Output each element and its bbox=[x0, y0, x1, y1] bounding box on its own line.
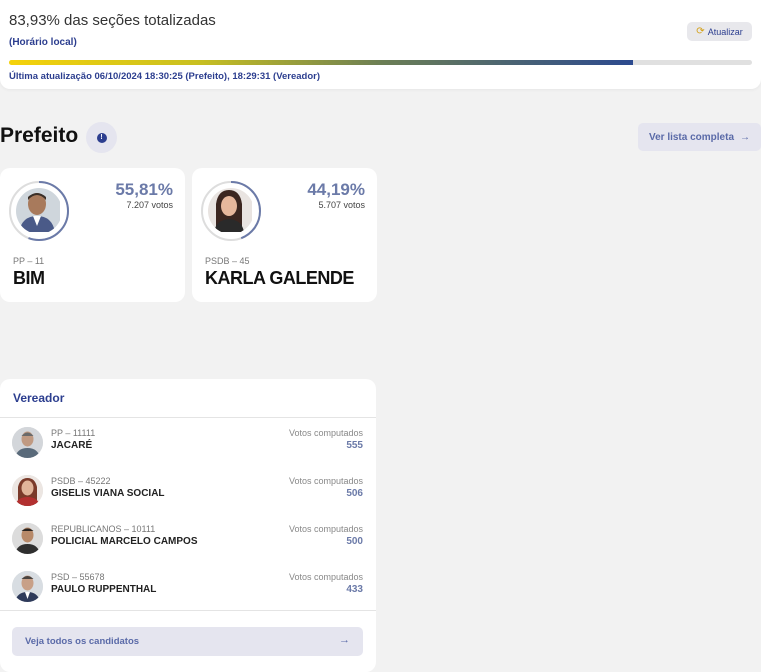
candidate-name: KARLA GALENDE bbox=[205, 268, 354, 288]
all-candidates-label: Veja todos os candidatos bbox=[25, 636, 140, 647]
divider bbox=[0, 417, 376, 418]
votes-count: 500 bbox=[346, 536, 363, 547]
divider bbox=[0, 610, 376, 611]
votes-label: Votos computados bbox=[288, 476, 363, 486]
refresh-label: Atualizar bbox=[707, 26, 743, 37]
refresh-icon: ⟳ bbox=[696, 26, 705, 37]
candidate-party: PSD – 55678 bbox=[51, 572, 105, 582]
arrow-right-icon: → bbox=[740, 131, 751, 143]
local-time-note: (Horário local) bbox=[9, 37, 77, 48]
candidate-photo bbox=[12, 523, 43, 554]
candidate-name: GISELIS VIANA SOCIAL bbox=[51, 488, 165, 499]
all-candidates-button[interactable]: Veja todos os candidatos → bbox=[12, 627, 363, 656]
prefeito-title: Prefeito bbox=[0, 124, 79, 147]
candidate-photo bbox=[208, 188, 254, 234]
candidate-party: REPUBLICANOS – 10111 bbox=[51, 524, 156, 534]
candidate-photo bbox=[16, 188, 62, 234]
list-item[interactable]: PSD – 55678 PAULO RUPPENTHAL Votos compu… bbox=[0, 567, 376, 615]
candidate-percentage: 44,19% bbox=[307, 180, 365, 199]
last-update-text: Última atualização 06/10/2024 18:30:25 (… bbox=[9, 71, 321, 82]
list-item[interactable]: PSDB – 45222 GISELIS VIANA SOCIAL Votos … bbox=[0, 471, 376, 519]
candidate-name: PAULO RUPPENTHAL bbox=[51, 584, 157, 595]
arrow-right-icon: → bbox=[339, 634, 350, 646]
candidate-card[interactable]: 44,19% 5.707 votos PSDB – 45 KARLA GALEN… bbox=[192, 168, 377, 302]
progress-fill bbox=[9, 60, 633, 65]
candidate-name: BIM bbox=[13, 268, 45, 288]
candidate-photo bbox=[12, 427, 43, 458]
candidate-votes: 5.707 votos bbox=[318, 200, 365, 210]
candidate-card[interactable]: 55,81% 7.207 votos PP – 11 BIM bbox=[0, 168, 185, 302]
candidate-name: JACARÉ bbox=[51, 440, 93, 451]
list-item[interactable]: REPUBLICANOS – 10111 POLICIAL MARCELO CA… bbox=[0, 519, 376, 567]
full-list-label: Ver lista completa bbox=[648, 131, 735, 143]
candidate-party: PP – 11111 bbox=[51, 428, 96, 438]
info-icon: ! bbox=[96, 132, 107, 143]
list-item[interactable]: PP – 11111 JACARÉ Votos computados 555 bbox=[0, 423, 376, 471]
candidate-name: POLICIAL MARCELO CAMPOS bbox=[51, 536, 198, 547]
candidate-photo bbox=[12, 571, 43, 602]
totalization-progress-bar bbox=[9, 60, 752, 65]
candidate-party: PSDB – 45222 bbox=[51, 476, 111, 486]
totalization-panel: 83,93% das seções totalizadas (Horário l… bbox=[0, 0, 761, 89]
candidate-party: PSDB – 45 bbox=[205, 256, 250, 266]
full-list-button[interactable]: Ver lista completa → bbox=[638, 123, 761, 151]
vereador-panel: Vereador PP – 11111 JACARÉ Votos computa… bbox=[0, 379, 376, 672]
candidate-percentage: 55,81% bbox=[115, 180, 173, 199]
votes-count: 506 bbox=[346, 488, 363, 499]
sections-totalized-title: 83,93% das seções totalizadas bbox=[9, 12, 216, 29]
votes-label: Votos computados bbox=[288, 524, 363, 534]
vote-share-ring bbox=[9, 181, 69, 241]
votes-label: Votos computados bbox=[288, 428, 363, 438]
vereador-title: Vereador bbox=[13, 391, 65, 405]
candidate-photo bbox=[12, 475, 43, 506]
candidate-votes: 7.207 votos bbox=[126, 200, 173, 210]
votes-count: 433 bbox=[346, 584, 363, 595]
info-button[interactable]: ! bbox=[86, 122, 117, 153]
votes-count: 555 bbox=[346, 440, 363, 451]
votes-label: Votos computados bbox=[288, 572, 363, 582]
vote-share-ring bbox=[201, 181, 261, 241]
candidate-party: PP – 11 bbox=[13, 256, 45, 266]
refresh-button[interactable]: ⟳ Atualizar bbox=[687, 22, 752, 41]
